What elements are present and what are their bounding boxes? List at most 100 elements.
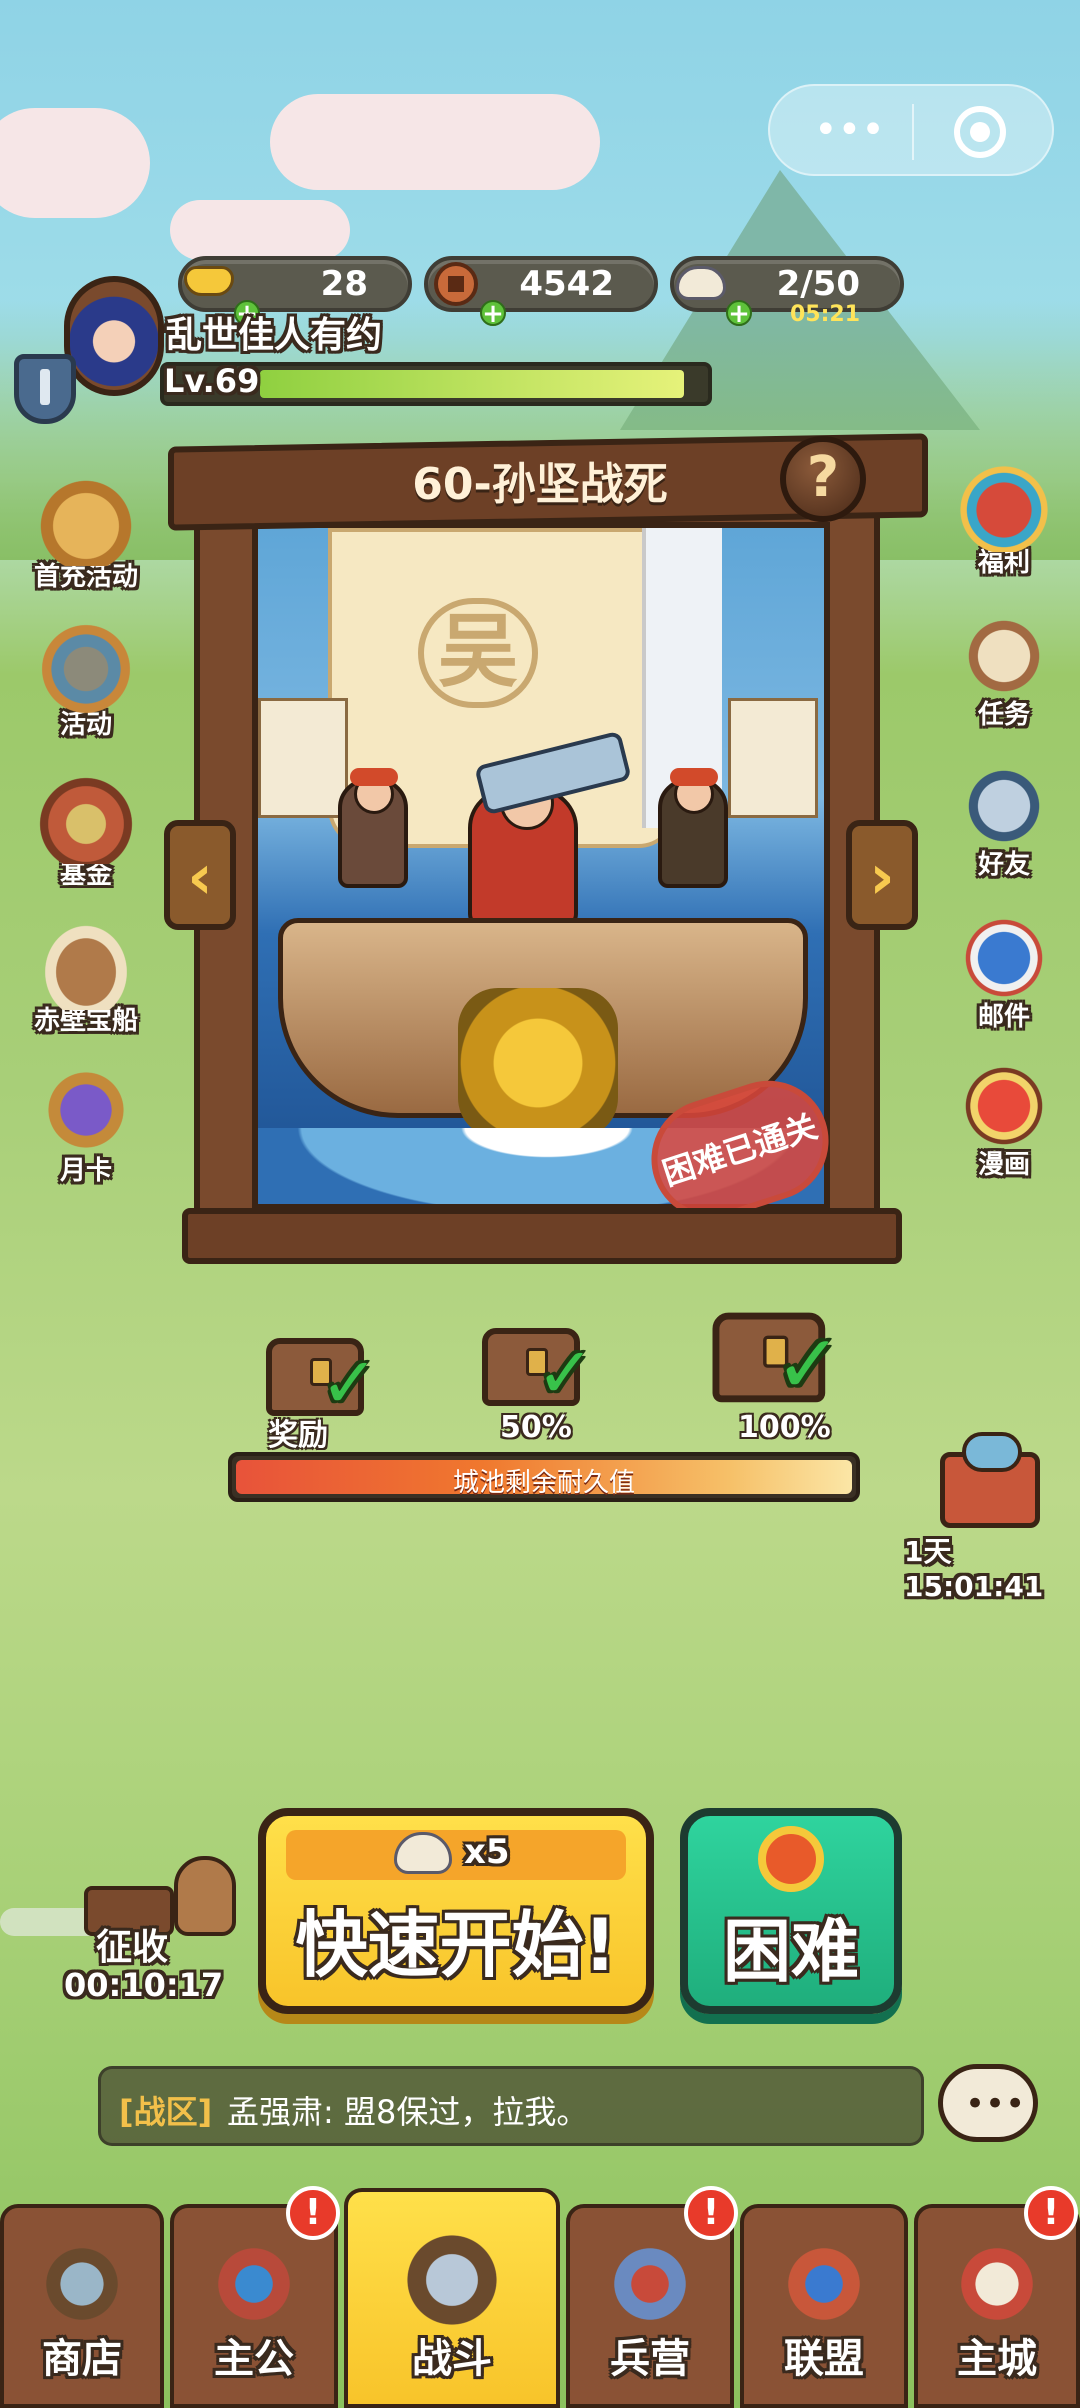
help-button[interactable]: ? bbox=[780, 436, 866, 522]
menu-welfare[interactable]: 福利 bbox=[934, 452, 1074, 579]
timed-chest[interactable] bbox=[932, 1432, 1048, 1532]
menu-mail[interactable]: 邮件 bbox=[934, 906, 1074, 1033]
menu-event[interactable]: 活动 bbox=[16, 614, 156, 741]
checkmark-icon: ✓ bbox=[774, 1317, 843, 1412]
cloud bbox=[0, 108, 150, 218]
food-value: 2/50 bbox=[776, 264, 860, 304]
quick-start-cost: x5 bbox=[464, 1832, 510, 1872]
gold-resource[interactable]: + 28 bbox=[178, 256, 412, 327]
soldier-right bbox=[658, 768, 728, 888]
menu-first-charge[interactable]: 首充活动 bbox=[16, 466, 156, 593]
menu-friends[interactable]: 好友 bbox=[934, 754, 1074, 881]
difficulty-button[interactable]: 困难 bbox=[680, 1808, 902, 2014]
reward-label: 奖励 bbox=[268, 1418, 328, 1453]
distant-ship bbox=[258, 698, 348, 818]
mini-program-capsule: ••• bbox=[768, 84, 1054, 176]
notification-badge: ! bbox=[286, 2186, 340, 2240]
menu-treasure-ship[interactable]: 赤壁宝船 bbox=[16, 910, 156, 1037]
chevron-right-icon: › bbox=[869, 840, 895, 913]
food-resource[interactable]: + 2/50 05:21 bbox=[670, 256, 904, 327]
chat-channel: [战区] bbox=[119, 2093, 213, 2131]
player-name: 乱世佳人有约 bbox=[166, 315, 383, 356]
city-durability-label: 城池剩余耐久值 bbox=[452, 1468, 635, 1498]
menu-comic[interactable]: 漫画 bbox=[934, 1054, 1074, 1181]
tab-label: 战斗 bbox=[412, 2336, 492, 2382]
tab-label: 主公 bbox=[214, 2336, 294, 2382]
chat-bar[interactable]: [战区] 孟强肃: 盟8保过，拉我。 bbox=[98, 2066, 924, 2146]
refresh-icon bbox=[758, 1826, 824, 1892]
quick-start-button[interactable]: x5 快速开始! bbox=[258, 1808, 654, 2014]
reward-chest[interactable]: ✓ bbox=[256, 1324, 379, 1424]
chevron-left-icon: ‹ bbox=[187, 840, 213, 913]
city-map-icon bbox=[947, 2234, 1047, 2334]
menu-month-card[interactable]: 月卡 bbox=[16, 1060, 156, 1187]
notification-badge: ! bbox=[1024, 2186, 1078, 2240]
first-charge-icon bbox=[31, 466, 141, 566]
tab-battle[interactable]: 战斗 bbox=[344, 2188, 560, 2408]
checkmark-icon: ✓ bbox=[536, 1332, 595, 1414]
food-timer: 05:21 bbox=[790, 302, 861, 327]
chat-message: 孟强肃: 盟8保过，拉我。 bbox=[227, 2093, 589, 2131]
cloud bbox=[170, 200, 350, 260]
vip-shield-icon[interactable] bbox=[14, 354, 76, 424]
player-level: Lv.69 bbox=[164, 362, 260, 400]
chat-bubble-icon[interactable]: ••• bbox=[938, 2064, 1038, 2142]
month-card-icon bbox=[31, 1060, 141, 1160]
tab-label: 联盟 bbox=[784, 2336, 864, 2382]
gold-ingot-icon bbox=[174, 256, 238, 312]
crossed-swords-icon bbox=[392, 2220, 512, 2340]
more-icon[interactable]: ••• bbox=[814, 110, 885, 150]
coin-value: 4542 bbox=[519, 264, 614, 304]
collect-label: 征收 bbox=[96, 1927, 169, 1968]
add-coin-icon[interactable]: + bbox=[480, 300, 506, 327]
exp-bar-fill bbox=[260, 370, 684, 398]
reward-label: 100% bbox=[738, 1410, 831, 1445]
checkmark-icon: ✓ bbox=[320, 1342, 379, 1424]
fund-icon bbox=[31, 764, 141, 864]
stage-title: 60-孙坚战死 bbox=[412, 459, 668, 510]
treasure-ship-icon bbox=[31, 910, 141, 1010]
quest-scroll-icon bbox=[949, 604, 1059, 704]
add-food-icon[interactable]: + bbox=[726, 300, 752, 327]
gold-value: 28 bbox=[320, 264, 368, 304]
lord-icon bbox=[204, 2234, 304, 2334]
barracks-icon bbox=[600, 2234, 700, 2334]
avatar[interactable] bbox=[64, 276, 166, 398]
reward-label: 50% bbox=[500, 1410, 572, 1445]
collect-timer: 00:10:17 bbox=[64, 1966, 224, 2004]
alliance-icon bbox=[774, 2234, 874, 2334]
mail-icon bbox=[949, 906, 1059, 1006]
menu-quest[interactable]: 任务 bbox=[934, 604, 1074, 731]
menu-fund[interactable]: 基金 bbox=[16, 764, 156, 891]
friends-icon bbox=[949, 754, 1059, 854]
event-chest-icon bbox=[31, 614, 141, 714]
city-durability-bar: 城池剩余耐久值 bbox=[228, 1452, 860, 1502]
golden-dragon-figurehead bbox=[458, 988, 618, 1138]
cloud bbox=[270, 94, 600, 190]
distant-ship bbox=[728, 698, 818, 818]
tab-label: 主城 bbox=[957, 2336, 1037, 2382]
shop-icon bbox=[32, 2234, 132, 2334]
wu-emblem: 吴 bbox=[418, 598, 538, 708]
notification-badge: ! bbox=[684, 2186, 738, 2240]
reward-chest-100[interactable]: ✓ bbox=[701, 1297, 843, 1412]
tab-label: 商店 bbox=[42, 2336, 122, 2382]
coin-resource[interactable]: + 4542 bbox=[424, 256, 658, 327]
timed-chest-timer: 1天 15:01:41 bbox=[904, 1535, 1044, 1603]
tab-alliance[interactable]: 联盟 bbox=[740, 2204, 908, 2408]
horse-icon bbox=[174, 1856, 236, 1936]
reward-chest-50[interactable]: ✓ bbox=[472, 1314, 595, 1414]
difficulty-label: 困难 bbox=[722, 1913, 859, 1992]
stage-bottom-board bbox=[182, 1208, 902, 1264]
close-target-icon[interactable] bbox=[954, 106, 1006, 158]
comic-icon bbox=[949, 1054, 1059, 1154]
copper-coin-icon bbox=[420, 256, 484, 312]
cost-strip bbox=[286, 1830, 626, 1880]
tab-shop[interactable]: 商店 bbox=[0, 2204, 164, 2408]
prev-stage-button[interactable]: ‹ bbox=[164, 820, 236, 930]
capsule-divider bbox=[912, 104, 914, 160]
next-stage-button[interactable]: › bbox=[846, 820, 918, 930]
rice-bowl-icon bbox=[666, 256, 730, 312]
soldier-left bbox=[338, 768, 408, 888]
quick-start-label: 快速开始! bbox=[295, 1903, 617, 1987]
